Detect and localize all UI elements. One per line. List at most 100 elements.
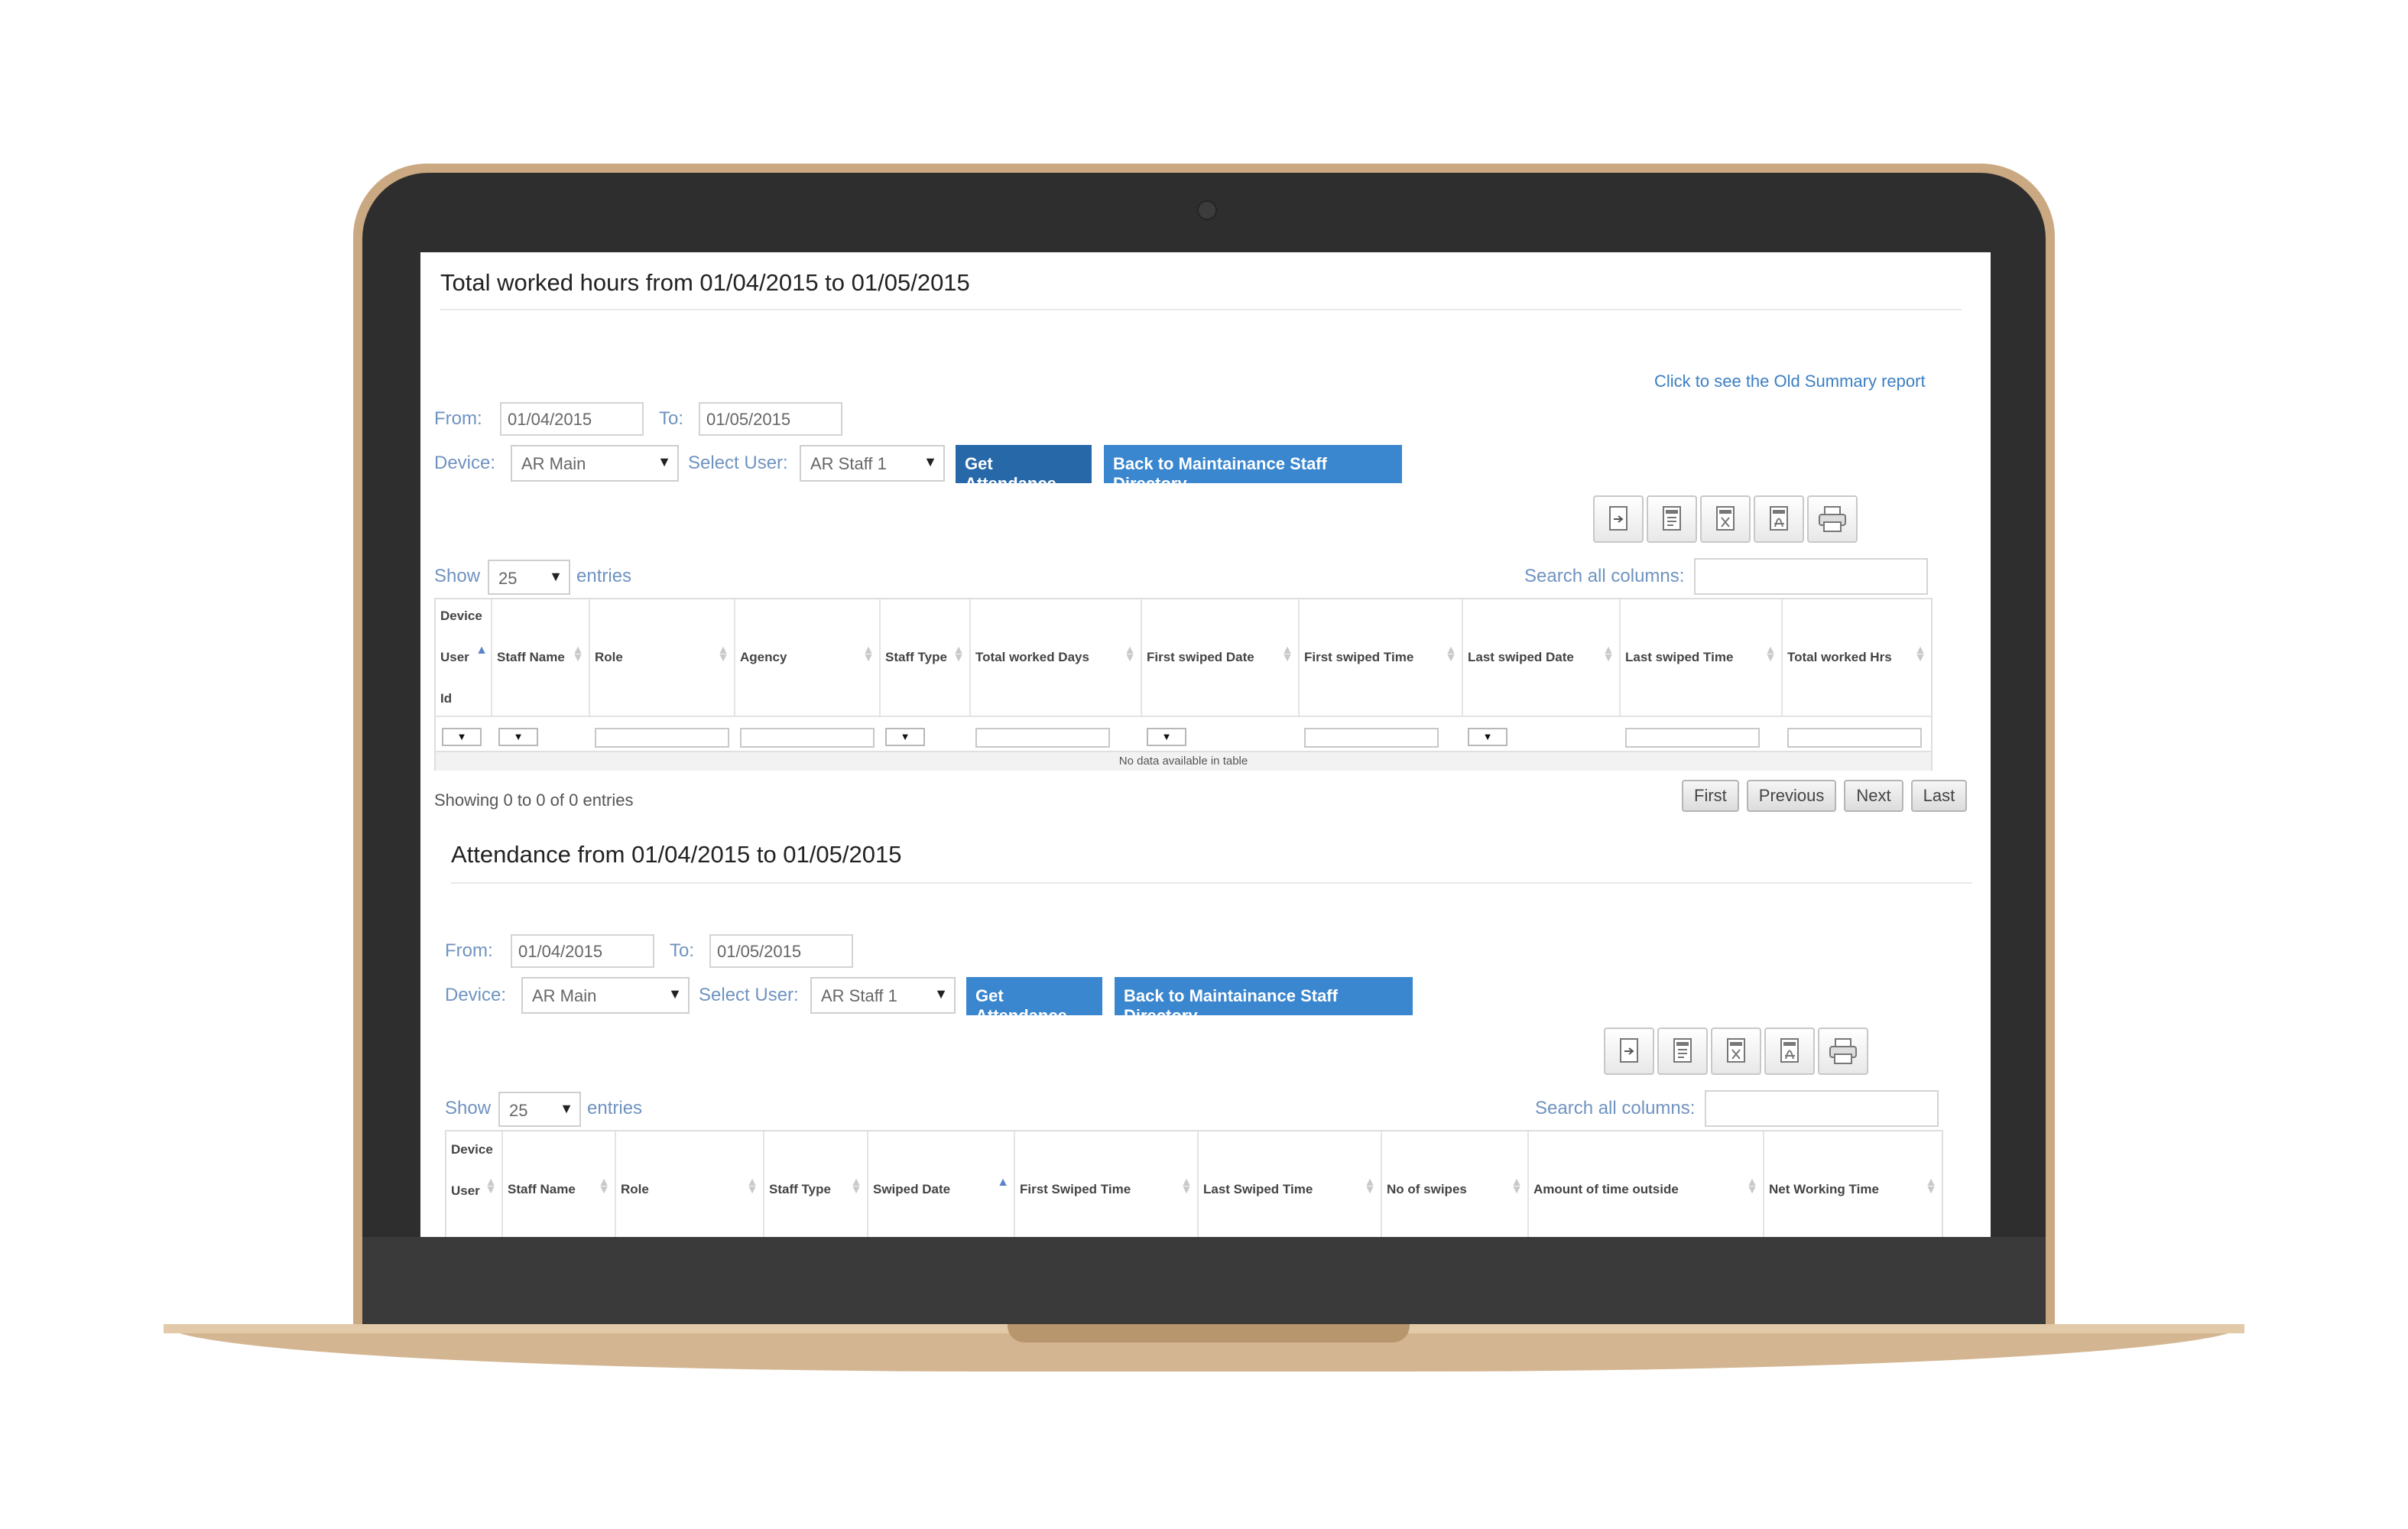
from-label: From:	[434, 408, 482, 429]
to-date-input[interactable]: 01/05/2015	[709, 934, 853, 968]
sort-icon: ▲ ▼	[1511, 1176, 1523, 1196]
filter-input-first-swiped-time[interactable]	[1304, 728, 1439, 748]
camera-icon	[1197, 200, 1217, 220]
section-title: Attendance from 01/04/2015 to 01/05/2015	[451, 841, 902, 868]
column-header-label: Staff Type	[769, 1182, 831, 1196]
filter-input-role[interactable]	[595, 728, 729, 748]
get-attendance-button[interactable]: Get Attendance	[966, 977, 1102, 1025]
column-header-device-user-id[interactable]: Device User Id ▲	[436, 599, 492, 716]
entries-label: entries	[576, 566, 632, 586]
csv-icon[interactable]	[1657, 1027, 1708, 1075]
sort-icon: ▲ ▼	[862, 644, 875, 664]
column-header-label: Net Working Time	[1769, 1182, 1879, 1196]
caret-down-icon: ▼	[668, 986, 682, 1001]
excel-icon[interactable]	[1711, 1027, 1761, 1075]
previous-page-button[interactable]: Previous	[1746, 780, 1837, 812]
column-header-no-of-swipes[interactable]: No of swipes ▲ ▼	[1382, 1131, 1529, 1237]
show-label: Show	[445, 1098, 492, 1118]
column-header-first-swiped-date[interactable]: First swiped Date ▲ ▼	[1142, 599, 1300, 716]
column-header-amount-time-outside[interactable]: Amount of time outside ▲ ▼	[1529, 1131, 1764, 1237]
sort-icon: ▲ ▼	[598, 1176, 610, 1196]
column-header-role[interactable]: Role ▲ ▼	[616, 1131, 764, 1237]
user-select-value: AR Staff 1	[821, 986, 897, 1005]
to-date-input[interactable]: 01/05/2015	[699, 402, 842, 436]
filter-select-first-swiped-date[interactable]: ▼	[1147, 728, 1186, 746]
from-date-input[interactable]: 01/04/2015	[511, 934, 654, 968]
user-select[interactable]: AR Staff 1 ▼	[800, 445, 945, 482]
column-header-label: Staff Type	[885, 650, 947, 664]
filter-select-device-user-id[interactable]: ▼	[442, 728, 482, 746]
worked-hours-table: Device User Id ▲ Staff Name ▲ ▼ Role ▲ ▼ Age…	[434, 598, 1933, 771]
column-header-first-swiped-time[interactable]: First Swiped Time ▲ ▼	[1015, 1131, 1199, 1237]
device-select-value: AR Main	[532, 986, 597, 1005]
filter-input-agency[interactable]	[740, 728, 875, 748]
pdf-icon[interactable]	[1754, 495, 1804, 543]
column-header-staff-type[interactable]: Staff Type ▲ ▼	[881, 599, 971, 716]
back-to-directory-button[interactable]: Back to Maintainance Staff Directory	[1115, 977, 1413, 1025]
caret-down-icon: ▼	[560, 1101, 573, 1116]
column-header-label: Staff Name	[497, 650, 565, 664]
filter-input-total-worked-days[interactable]	[975, 728, 1110, 748]
device-select[interactable]: AR Main ▼	[511, 445, 679, 482]
column-header-last-swiped-date[interactable]: Last swiped Date ▲ ▼	[1463, 599, 1621, 716]
column-header-label: User	[440, 650, 469, 664]
column-header-device-user-id[interactable]: Device User ▲ ▼	[446, 1131, 503, 1237]
column-header-role[interactable]: Role ▲ ▼	[590, 599, 735, 716]
filter-select-staff-name[interactable]: ▼	[498, 728, 538, 746]
sort-icon: ▲ ▼	[1764, 644, 1777, 664]
device-label: Device:	[445, 985, 507, 1005]
column-header-last-swiped-time[interactable]: Last Swiped Time ▲ ▼	[1199, 1131, 1382, 1237]
old-summary-link[interactable]: Click to see the Old Summary report	[1654, 372, 1926, 391]
next-page-button[interactable]: Next	[1844, 780, 1903, 812]
excel-icon[interactable]	[1700, 495, 1751, 543]
column-header-label: Role	[595, 650, 623, 664]
copy-icon[interactable]	[1593, 495, 1644, 543]
sort-icon: ▲ ▼	[717, 644, 729, 664]
column-header-label: First swiped Date	[1147, 650, 1254, 664]
pagination: First Previous Next Last	[1682, 780, 1968, 812]
filter-select-staff-type[interactable]: ▼	[885, 728, 925, 746]
device-select[interactable]: AR Main ▼	[521, 977, 690, 1014]
copy-icon[interactable]	[1604, 1027, 1654, 1075]
column-header-last-swiped-time[interactable]: Last swiped Time ▲ ▼	[1621, 599, 1783, 716]
column-header-swiped-date[interactable]: Swiped Date ▲	[868, 1131, 1015, 1237]
back-to-directory-button[interactable]: Back to Maintainance Staff Directory	[1104, 445, 1402, 493]
print-icon[interactable]	[1818, 1027, 1868, 1075]
filter-input-total-worked-hrs[interactable]	[1787, 728, 1922, 748]
filter-input-last-swiped-time[interactable]	[1625, 728, 1760, 748]
search-label: Search all columns:	[1535, 1098, 1696, 1118]
column-header-total-worked-hrs[interactable]: Total worked Hrs ▲ ▼	[1783, 599, 1931, 716]
csv-icon[interactable]	[1647, 495, 1697, 543]
page-length-value: 25	[498, 569, 518, 588]
from-date-input[interactable]: 01/04/2015	[500, 402, 644, 436]
page-title: Total worked hours from 01/04/2015 to 01…	[440, 269, 970, 296]
to-label: To:	[670, 940, 695, 961]
divider	[440, 309, 1962, 310]
table-info: Showing 0 to 0 of 0 entries	[434, 790, 634, 810]
first-page-button[interactable]: First	[1682, 780, 1739, 812]
user-select[interactable]: AR Staff 1 ▼	[810, 977, 956, 1014]
column-header-staff-name[interactable]: Staff Name ▲ ▼	[503, 1131, 616, 1237]
page-length-select[interactable]: 25 ▼	[488, 560, 570, 595]
print-icon[interactable]	[1807, 495, 1858, 543]
column-header-net-working-time[interactable]: Net Working Time ▲ ▼	[1764, 1131, 1942, 1237]
sort-icon: ▲ ▼	[952, 644, 965, 664]
get-attendance-button[interactable]: Get Attendance	[956, 445, 1092, 493]
column-header-first-swiped-time[interactable]: First swiped Time ▲ ▼	[1300, 599, 1463, 716]
column-header-agency[interactable]: Agency ▲ ▼	[735, 599, 881, 716]
select-user-label: Select User:	[699, 985, 799, 1005]
column-header-staff-name[interactable]: Staff Name ▲ ▼	[492, 599, 590, 716]
search-input[interactable]	[1694, 558, 1928, 595]
sort-icon: ▲ ▼	[850, 1176, 862, 1196]
sort-icon: ▲ ▼	[1925, 1176, 1937, 1196]
export-toolbar	[1593, 495, 1858, 543]
sort-icon: ▲ ▼	[1445, 644, 1457, 664]
entries-label: entries	[587, 1098, 643, 1118]
column-header-staff-type[interactable]: Staff Type ▲ ▼	[764, 1131, 868, 1237]
page-length-select[interactable]: 25 ▼	[498, 1092, 581, 1127]
search-input[interactable]	[1705, 1090, 1939, 1127]
filter-select-last-swiped-date[interactable]: ▼	[1468, 728, 1507, 746]
column-header-total-worked-days[interactable]: Total worked Days ▲ ▼	[971, 599, 1142, 716]
pdf-icon[interactable]	[1764, 1027, 1815, 1075]
last-page-button[interactable]: Last	[1910, 780, 1968, 812]
